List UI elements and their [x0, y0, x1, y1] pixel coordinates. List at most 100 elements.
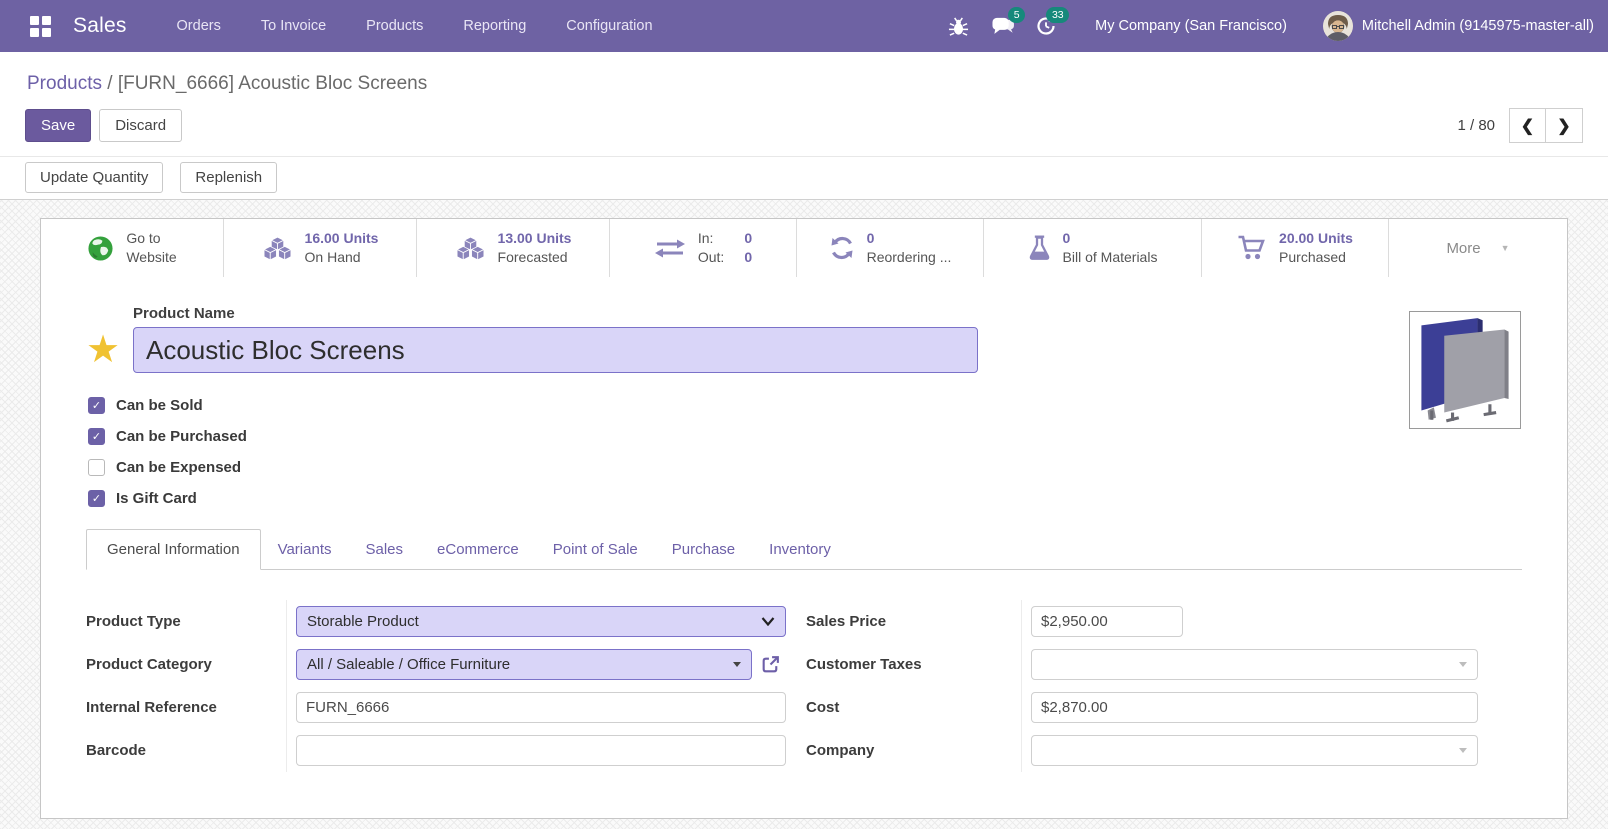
debug-bug-icon[interactable]: [941, 9, 975, 43]
barcode-input[interactable]: [296, 735, 786, 766]
go-to-website-button[interactable]: Go toWebsite: [41, 219, 223, 277]
purchased-label: Purchased: [1279, 248, 1353, 267]
save-button[interactable]: Save: [25, 109, 91, 142]
purchased-button[interactable]: 20.00 UnitsPurchased: [1201, 219, 1388, 277]
tab-point-of-sale[interactable]: Point of Sale: [536, 530, 655, 569]
apps-menu-icon[interactable]: [30, 16, 51, 37]
cubes-icon: [455, 236, 486, 261]
product-type-label: Product Type: [86, 613, 286, 630]
product-image[interactable]: [1409, 311, 1521, 429]
activities-badge: 33: [1046, 7, 1069, 23]
discard-button[interactable]: Discard: [99, 109, 182, 142]
more-label: More: [1446, 240, 1480, 257]
refresh-icon: [829, 235, 855, 261]
more-dropdown-button[interactable]: More ▼: [1388, 219, 1567, 277]
messages-badge: 5: [1008, 7, 1025, 23]
product-category-input[interactable]: All / Saleable / Office Furniture: [296, 649, 752, 680]
activities-icon[interactable]: 33: [1029, 9, 1063, 43]
tab-inventory[interactable]: Inventory: [752, 530, 848, 569]
menu-to-invoice[interactable]: To Invoice: [261, 18, 326, 34]
control-panel-buttons: Save Discard 1 / 80 ❮ ❯: [25, 108, 1583, 143]
on-hand-value: 16.00 Units: [305, 229, 379, 248]
product-name-label: Product Name: [133, 305, 1522, 322]
navbar-systray: 5 33 My Company (San Francisco): [941, 9, 1608, 43]
pager-next-button[interactable]: ❯: [1546, 108, 1583, 143]
can-be-expensed-checkbox[interactable]: [88, 459, 105, 476]
can-be-sold-checkbox[interactable]: ✓: [88, 397, 105, 414]
menu-products[interactable]: Products: [366, 18, 423, 34]
customer-taxes-input[interactable]: [1031, 649, 1478, 680]
globe-icon: [87, 235, 114, 262]
can-be-purchased-label: Can be Purchased: [116, 428, 247, 445]
replenish-button[interactable]: Replenish: [180, 162, 277, 193]
can-be-purchased-row[interactable]: ✓ Can be Purchased: [88, 428, 1522, 445]
in-out-button[interactable]: In: 0 Out: 0: [609, 219, 796, 277]
app-name[interactable]: Sales: [73, 14, 127, 38]
menu-reporting[interactable]: Reporting: [463, 18, 526, 34]
user-menu[interactable]: Mitchell Admin (9145975-master-all): [1323, 11, 1594, 41]
internal-reference-label: Internal Reference: [86, 699, 286, 716]
bom-value: 0: [1063, 229, 1158, 248]
user-avatar: [1323, 11, 1353, 41]
breadcrumb-products-link[interactable]: Products: [27, 73, 102, 94]
main-menu: Orders To Invoice Products Reporting Con…: [177, 18, 653, 34]
product-type-value: Storable Product: [307, 613, 761, 630]
customer-taxes-label: Customer Taxes: [806, 656, 1021, 673]
statusbar: Update Quantity Replenish: [0, 156, 1608, 200]
pager: 1 / 80 ❮ ❯: [1457, 108, 1583, 143]
goto-line2: Website: [126, 248, 176, 267]
general-information-form: Product Type Storable Product Product Ca…: [86, 600, 1522, 772]
bill-of-materials-button[interactable]: 0Bill of Materials: [983, 219, 1201, 277]
can-be-sold-row[interactable]: ✓ Can be Sold: [88, 397, 1522, 414]
barcode-label: Barcode: [86, 742, 286, 759]
cost-label: Cost: [806, 699, 1021, 716]
breadcrumb-current: [FURN_6666] Acoustic Bloc Screens: [118, 73, 427, 94]
cost-input[interactable]: [1031, 692, 1478, 723]
on-hand-label: On Hand: [305, 248, 379, 267]
top-navbar: Sales Orders To Invoice Products Reporti…: [0, 0, 1608, 52]
can-be-purchased-checkbox[interactable]: ✓: [88, 428, 105, 445]
company-label: Company: [806, 742, 1021, 759]
tab-sales[interactable]: Sales: [349, 530, 421, 569]
messages-icon[interactable]: 5: [985, 9, 1019, 43]
is-gift-card-row[interactable]: ✓ Is Gift Card: [88, 490, 1522, 507]
stat-button-box: Go toWebsite 16.00 UnitsOn Hand: [41, 219, 1567, 277]
tab-variants[interactable]: Variants: [261, 530, 349, 569]
menu-configuration[interactable]: Configuration: [566, 18, 652, 34]
product-name-input[interactable]: [133, 327, 978, 373]
internal-reference-input[interactable]: [296, 692, 786, 723]
sales-price-input[interactable]: [1031, 606, 1183, 637]
on-hand-button[interactable]: 16.00 UnitsOn Hand: [223, 219, 416, 277]
product-type-select[interactable]: Storable Product: [296, 606, 786, 637]
select-chevron-icon: [761, 617, 775, 626]
out-label: Out:: [698, 248, 724, 267]
update-quantity-button[interactable]: Update Quantity: [25, 162, 163, 193]
forecasted-button[interactable]: 13.00 UnitsForecasted: [416, 219, 609, 277]
can-be-sold-label: Can be Sold: [116, 397, 203, 414]
company-switcher[interactable]: My Company (San Francisco): [1095, 18, 1287, 34]
bug-icon: [948, 16, 969, 37]
favorite-star-icon[interactable]: ★: [86, 331, 133, 369]
can-be-expensed-row[interactable]: Can be Expensed: [88, 459, 1522, 476]
is-gift-card-label: Is Gift Card: [116, 490, 197, 507]
pager-count: 1 / 80: [1457, 117, 1495, 134]
cubes-icon: [262, 236, 293, 261]
tab-general-information[interactable]: General Information: [86, 529, 261, 570]
dropdown-caret-icon: [1459, 748, 1467, 753]
chevron-down-icon: ▼: [1501, 243, 1510, 253]
external-link-icon[interactable]: [760, 654, 781, 675]
out-value: 0: [744, 248, 752, 267]
cart-icon: [1237, 235, 1267, 261]
reordering-value: 0: [867, 229, 952, 248]
bom-label: Bill of Materials: [1063, 248, 1158, 267]
product-flags: ✓ Can be Sold ✓ Can be Purchased Can be …: [88, 397, 1522, 507]
dropdown-caret-icon: [733, 662, 741, 667]
pager-previous-button[interactable]: ❮: [1509, 108, 1546, 143]
tab-purchase[interactable]: Purchase: [655, 530, 752, 569]
company-input[interactable]: [1031, 735, 1478, 766]
tab-ecommerce[interactable]: eCommerce: [420, 530, 536, 569]
reordering-rules-button[interactable]: 0Reordering ...: [796, 219, 983, 277]
in-label: In:: [698, 229, 724, 248]
menu-orders[interactable]: Orders: [177, 18, 221, 34]
is-gift-card-checkbox[interactable]: ✓: [88, 490, 105, 507]
